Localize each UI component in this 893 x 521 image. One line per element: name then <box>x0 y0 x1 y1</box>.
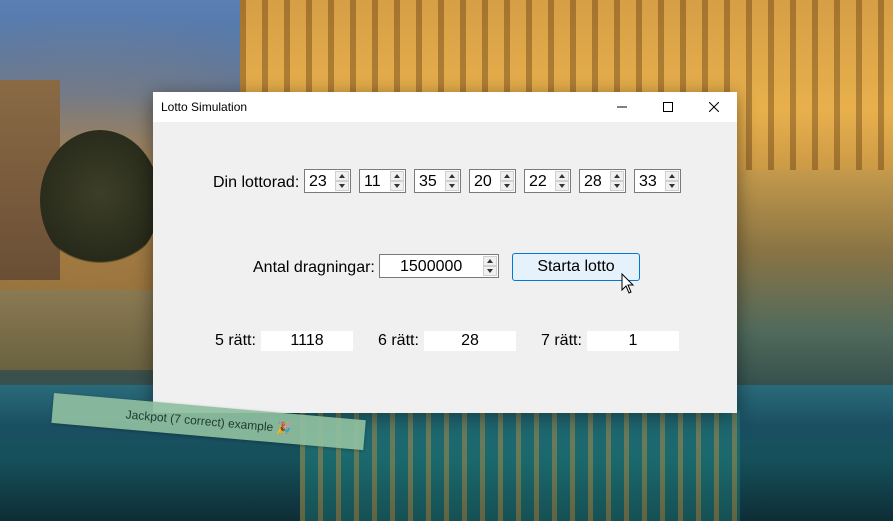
spin-up-button[interactable] <box>390 171 404 181</box>
spin-up-button[interactable] <box>335 171 349 181</box>
lotto-window: Lotto Simulation Din lottorad: 23 11 35 <box>153 92 737 413</box>
spin-up-icon <box>339 174 345 178</box>
spin-up-button[interactable] <box>445 171 459 181</box>
result-five-label: 5 rätt: <box>215 332 256 349</box>
spin-down-button[interactable] <box>445 181 459 191</box>
spin-up-button[interactable] <box>500 171 514 181</box>
result-six-label: 6 rätt: <box>378 332 419 349</box>
background-wall-right <box>737 170 893 400</box>
window-title: Lotto Simulation <box>161 100 248 114</box>
spin-down-icon <box>504 184 510 188</box>
spin-up-icon <box>559 174 565 178</box>
lottery-number-1[interactable]: 23 <box>304 169 351 193</box>
result-five-value: 1118 <box>261 331 353 351</box>
spin-up-icon <box>487 259 493 263</box>
spin-up-button[interactable] <box>555 171 569 181</box>
spin-up-icon <box>669 174 675 178</box>
minimize-button[interactable] <box>599 92 645 122</box>
spin-down-icon <box>669 184 675 188</box>
spin-up-button[interactable] <box>665 171 679 181</box>
spin-down-icon <box>614 184 620 188</box>
lottery-number-value: 35 <box>419 173 437 190</box>
result-seven-value: 1 <box>587 331 679 351</box>
spin-down-icon <box>487 269 493 273</box>
spin-up-icon <box>504 174 510 178</box>
minimize-icon <box>617 106 627 108</box>
draw-count-value: 1500000 <box>400 258 463 275</box>
spin-up-button[interactable] <box>610 171 624 181</box>
lottery-number-6[interactable]: 28 <box>579 169 626 193</box>
lottery-number-4[interactable]: 20 <box>469 169 516 193</box>
lottery-number-value: 22 <box>529 173 547 190</box>
spin-down-icon <box>394 184 400 188</box>
mouse-pointer-icon <box>621 273 635 294</box>
lottery-number-3[interactable]: 35 <box>414 169 461 193</box>
spin-down-icon <box>339 184 345 188</box>
spin-down-button[interactable] <box>335 181 349 191</box>
lottery-number-7[interactable]: 33 <box>634 169 681 193</box>
lottery-number-value: 20 <box>474 173 492 190</box>
lottery-number-5[interactable]: 22 <box>524 169 571 193</box>
close-button[interactable] <box>691 92 737 122</box>
spin-down-button[interactable] <box>483 266 497 276</box>
spin-down-button[interactable] <box>390 181 404 191</box>
title-bar[interactable]: Lotto Simulation <box>153 92 737 122</box>
spin-down-button[interactable] <box>555 181 569 191</box>
spin-up-icon <box>614 174 620 178</box>
spin-down-icon <box>559 184 565 188</box>
draw-count-input[interactable]: 1500000 <box>379 254 499 278</box>
background-tree <box>40 130 160 270</box>
spin-down-button[interactable] <box>665 181 679 191</box>
spin-down-button[interactable] <box>500 181 514 191</box>
spin-down-icon <box>449 184 455 188</box>
result-seven-label: 7 rätt: <box>541 332 582 349</box>
background-wall-left <box>0 290 153 370</box>
maximize-icon <box>663 102 673 112</box>
spin-up-icon <box>449 174 455 178</box>
lottery-number-value: 33 <box>639 173 657 190</box>
spin-down-button[interactable] <box>610 181 624 191</box>
draw-count-label: Antal dragningar: <box>253 259 375 276</box>
maximize-button[interactable] <box>645 92 691 122</box>
result-six-value: 28 <box>424 331 516 351</box>
lottery-number-value: 28 <box>584 173 602 190</box>
close-icon <box>709 102 719 112</box>
lottery-number-value: 11 <box>364 173 381 190</box>
spin-up-button[interactable] <box>483 256 497 266</box>
background-reflection <box>300 410 740 521</box>
lottery-number-2[interactable]: 11 <box>359 169 406 193</box>
spin-up-icon <box>394 174 400 178</box>
lottery-number-value: 23 <box>309 173 327 190</box>
lottery-row-label: Din lottorad: <box>213 174 300 191</box>
